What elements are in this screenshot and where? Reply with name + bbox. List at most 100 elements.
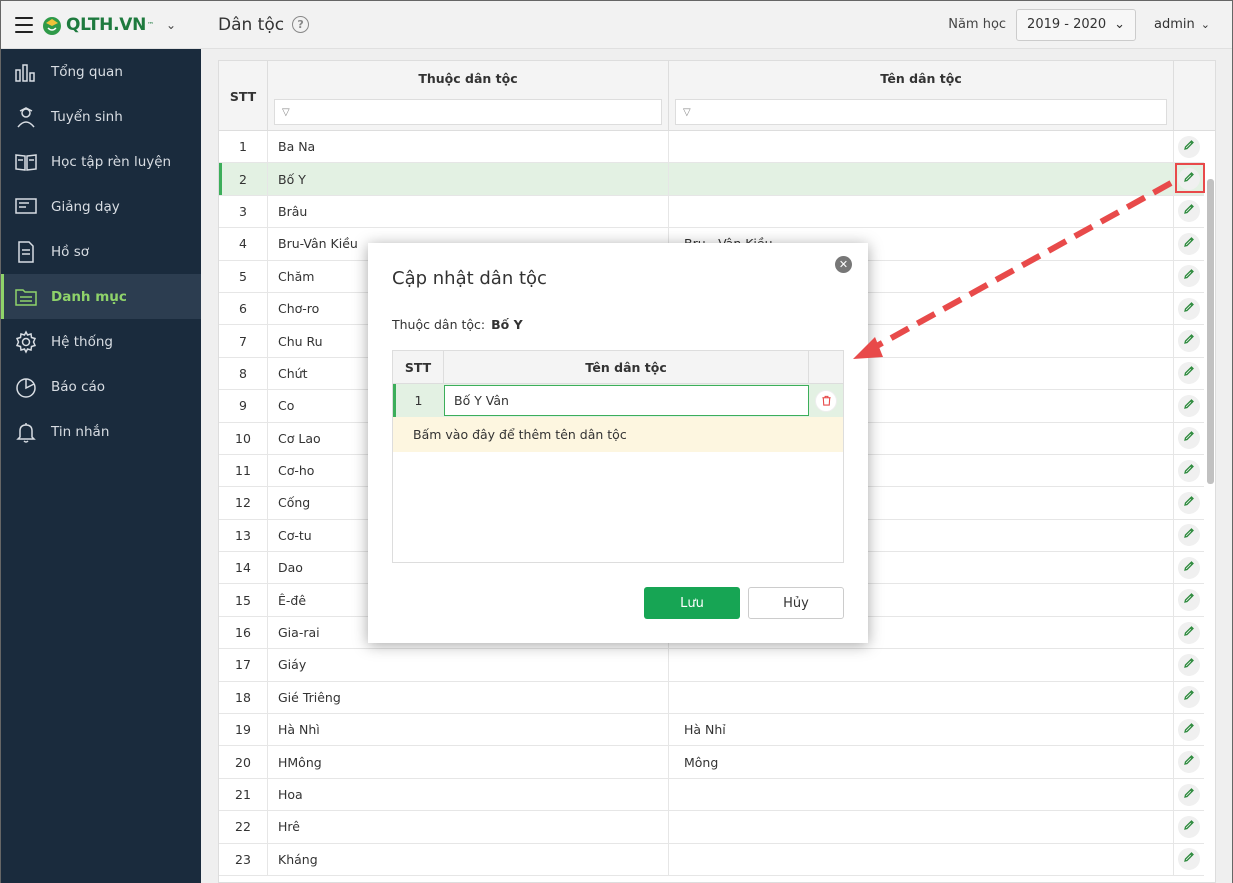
edit-button[interactable] [1178, 394, 1200, 417]
edit-button[interactable] [1178, 556, 1200, 579]
parent-ethnic-label: Thuộc dân tộc: [392, 317, 486, 332]
sidebar-item-tin-nhan[interactable]: Tin nhắn [1, 409, 201, 454]
ethnic-name-input[interactable] [444, 385, 809, 416]
table-row[interactable]: 1 Ba Na [219, 131, 1204, 164]
delete-button[interactable] [815, 389, 837, 412]
school-year-label: Năm học [948, 17, 1007, 32]
edit-button[interactable] [1178, 297, 1200, 320]
cancel-button[interactable]: Hủy [748, 587, 844, 619]
edit-button[interactable] [1178, 686, 1200, 709]
cell-actions [1174, 617, 1204, 648]
save-button[interactable]: Lưu [644, 587, 740, 619]
table-row[interactable]: 19 Hà Nhì Hà Nhỉ [219, 714, 1204, 747]
cell-stt: 13 [219, 519, 268, 552]
cell-stt: 6 [219, 292, 268, 325]
edit-button[interactable] [1178, 265, 1200, 288]
sidebar: Tổng quan Tuyển sinh Học tập rèn luyện G… [1, 49, 201, 883]
edit-button[interactable] [1178, 621, 1200, 644]
logo[interactable]: QLTH.VN ™ [41, 14, 154, 36]
pencil-icon [1183, 463, 1195, 479]
cell-thuoc-dan-toc: Gié Triêng [268, 681, 669, 714]
edit-button[interactable] [1178, 589, 1200, 612]
sidebar-item-danh-muc[interactable]: Danh mục [1, 274, 201, 319]
cell-stt: 10 [219, 422, 268, 454]
sidebar-item-label: Tổng quan [51, 63, 123, 80]
chevron-down-icon: ⌄ [1114, 17, 1126, 32]
sidebar-item-label: Tin nhắn [51, 423, 110, 440]
edit-button[interactable] [1178, 491, 1200, 514]
edit-button[interactable] [1178, 135, 1200, 158]
pencil-icon [1183, 301, 1195, 317]
sidebar-item-bao-cao[interactable]: Báo cáo [1, 364, 201, 409]
edit-button[interactable] [1178, 427, 1200, 450]
sidebar-item-hoc-tap[interactable]: Học tập rèn luyện [1, 139, 201, 184]
chart-bars-icon [13, 59, 39, 85]
table-row[interactable]: 3 Brâu [219, 195, 1204, 229]
pencil-icon [1183, 722, 1195, 738]
cell-actions [1174, 261, 1204, 292]
table-row[interactable]: 22 Hrê [219, 811, 1204, 844]
cell-thuoc-dan-toc: Ba Na [268, 131, 669, 163]
column-header-stt: STT [393, 351, 444, 383]
vertical-scrollbar[interactable] [1207, 179, 1214, 484]
cell-actions [1174, 228, 1204, 259]
cell-thuoc-dan-toc: Hrê [268, 811, 669, 843]
table-row[interactable]: 17 Giáy [219, 649, 1204, 682]
cell-ten-dan-toc [669, 843, 1174, 875]
add-ethnic-name-row[interactable]: Bấm vào đây để thêm tên dân tộc [393, 417, 843, 452]
edit-button[interactable] [1178, 751, 1200, 774]
edit-button[interactable] [1178, 459, 1200, 482]
cell-actions [1174, 649, 1204, 680]
sidebar-item-label: Giảng dạy [51, 198, 120, 215]
pencil-icon [1183, 495, 1195, 511]
edit-button[interactable] [1178, 362, 1200, 385]
chevron-down-icon: ⌄ [1200, 18, 1210, 31]
cell-stt: 1 [219, 131, 268, 163]
menu-icon[interactable] [15, 16, 33, 33]
cell-actions [1174, 358, 1204, 389]
table-row[interactable]: 21 Hoa [219, 778, 1204, 812]
table-row[interactable]: 2 Bố Y [219, 163, 1204, 196]
user-menu[interactable]: admin ⌄ [1154, 17, 1210, 32]
school-year-select[interactable]: 2019 - 2020 ⌄ [1016, 8, 1137, 41]
cell-ten-dan-toc [669, 131, 1174, 163]
header-right: Năm học 2019 - 2020 ⌄ admin ⌄ [948, 8, 1232, 41]
cell-actions [1174, 714, 1204, 745]
filter-input-ten-dan-toc[interactable]: ▽ [675, 99, 1167, 125]
filter-icon: ▽ [282, 106, 290, 118]
sidebar-item-he-thong[interactable]: Hệ thống [1, 319, 201, 364]
edit-button[interactable] [1178, 815, 1200, 838]
help-icon[interactable]: ? [292, 16, 310, 33]
cell-stt: 7 [219, 325, 268, 357]
pencil-icon [1183, 754, 1195, 770]
sidebar-item-giang-day[interactable]: Giảng dạy [1, 184, 201, 229]
cell-stt: 20 [219, 746, 268, 778]
pencil-icon [1183, 592, 1195, 608]
column-header-stt: STT [219, 61, 268, 131]
sidebar-item-tong-quan[interactable]: Tổng quan [1, 49, 201, 94]
ethnic-name-table: STT Tên dân tộc 1 Bấm vào đây để thêm tê… [392, 350, 844, 563]
chevron-down-icon[interactable]: ⌄ [166, 18, 176, 32]
edit-button[interactable] [1178, 718, 1200, 741]
cell-actions [1174, 196, 1204, 227]
table-row[interactable]: 18 Gié Triêng [219, 681, 1204, 715]
edit-button[interactable] [1178, 653, 1200, 676]
edit-button[interactable] [1178, 848, 1200, 871]
pencil-icon [1183, 398, 1195, 414]
annotation-highlight-box [1175, 163, 1205, 193]
cell-ten-dan-toc [669, 811, 1174, 843]
edit-button[interactable] [1178, 200, 1200, 223]
edit-button[interactable] [1178, 232, 1200, 255]
table-row[interactable]: 23 Kháng [219, 843, 1204, 876]
edit-button[interactable] [1178, 783, 1200, 806]
edit-button[interactable] [1178, 330, 1200, 353]
edit-button[interactable] [1178, 524, 1200, 547]
cell-ten-dan-toc: Hà Nhỉ [669, 714, 1174, 746]
cell-thuoc-dan-toc: Kháng [268, 843, 669, 875]
close-icon[interactable]: ✕ [835, 256, 852, 273]
sidebar-item-ho-so[interactable]: Hồ sơ [1, 229, 201, 274]
table-row[interactable]: 20 HMông Mông [219, 746, 1204, 779]
filter-input-thuoc-dan-toc[interactable]: ▽ [274, 99, 662, 125]
sidebar-item-tuyen-sinh[interactable]: Tuyển sinh [1, 94, 201, 139]
pencil-icon [1183, 689, 1195, 705]
